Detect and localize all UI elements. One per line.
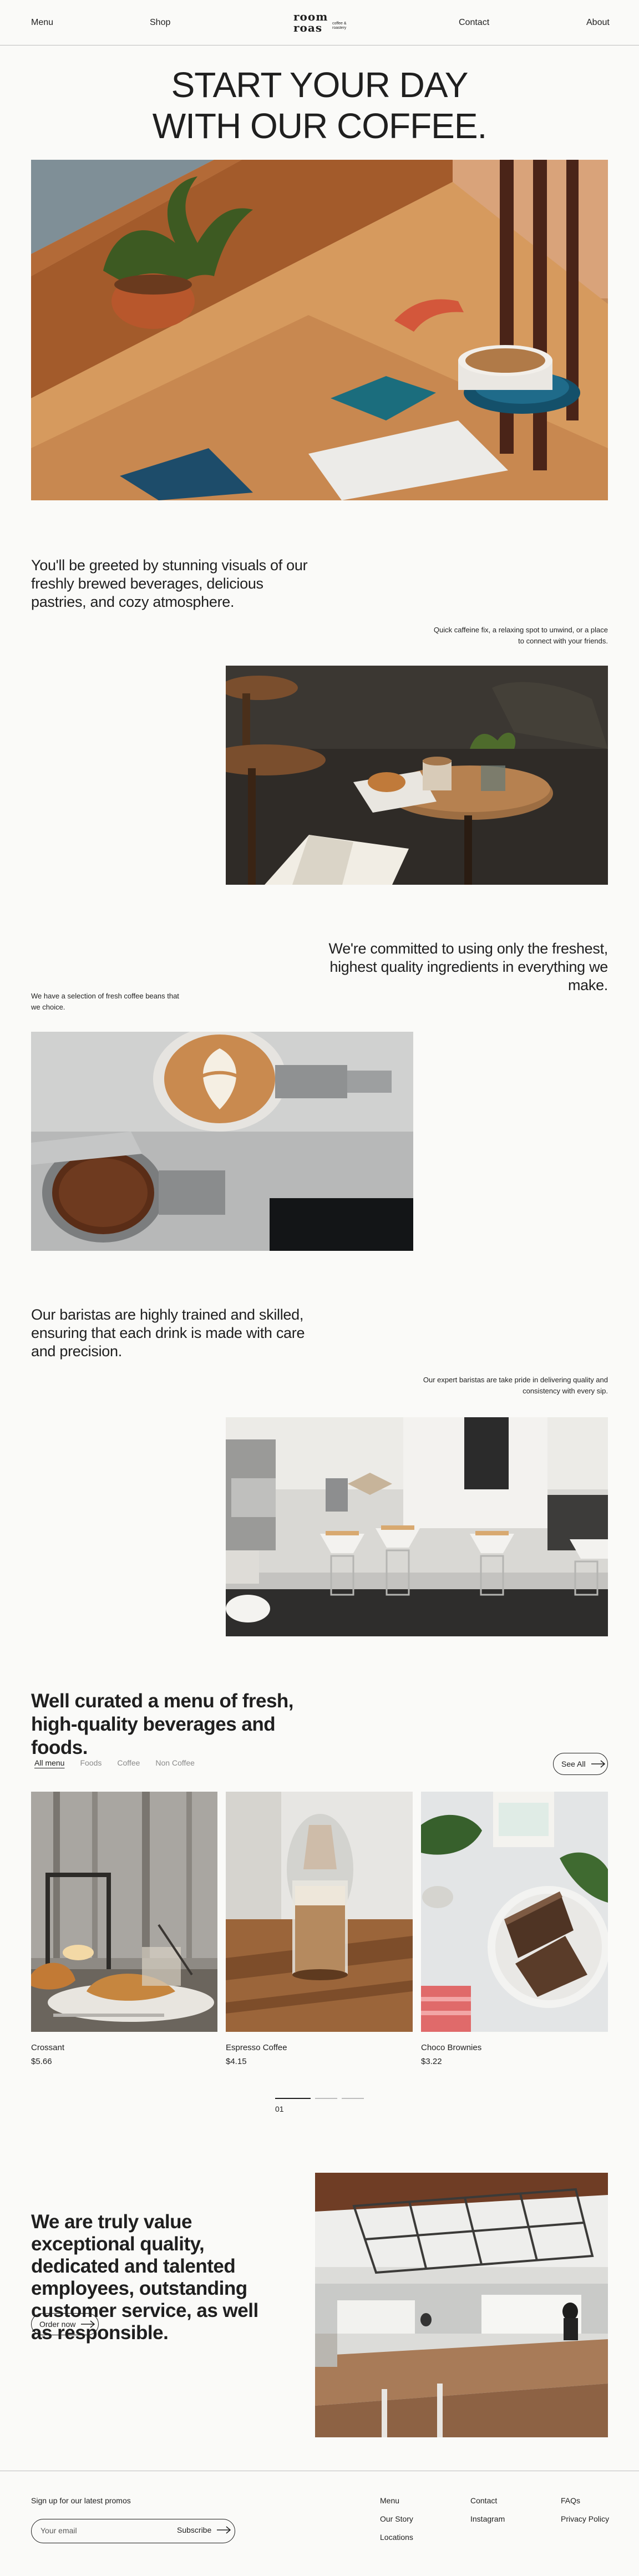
top-nav: Menu Shop room roas coffee & roastery Co…	[0, 0, 639, 45]
menu-item-name: Espresso Coffee	[226, 2043, 287, 2052]
menu-item-name: Crossant	[31, 2043, 65, 2052]
subscribe-button[interactable]: Subscribe	[177, 2526, 231, 2534]
see-all-button[interactable]: See All	[553, 1753, 608, 1775]
section-1-heading: You'll be greeted by stunning visuals of…	[31, 557, 308, 610]
hero-title-line-1: START YOUR DAY	[171, 65, 469, 105]
order-now-label: Order now	[39, 2320, 76, 2329]
hero-cafe-table-photo	[31, 160, 608, 500]
nav-about-link[interactable]: About	[586, 18, 610, 28]
section-3-heading: Our baristas are highly trained and skil…	[31, 1306, 305, 1360]
menu-section-title: Well curated a menu of fresh, high-quali…	[31, 1690, 294, 1758]
pagination-bar[interactable]	[315, 2098, 337, 2099]
section-2-heading: We're committed to using only the freshe…	[328, 940, 608, 993]
menu-card-image-croissant[interactable]	[31, 1792, 217, 2032]
logo-subtitle: coffee & roastery	[332, 22, 347, 30]
nav-contact-link[interactable]: Contact	[459, 18, 489, 28]
footer-link-locations[interactable]: Locations	[380, 2533, 413, 2542]
menu-card-image-espresso[interactable]	[226, 1792, 413, 2032]
section-3-note: Our expert baristas are take pride in de…	[423, 1376, 608, 1395]
subscribe-label: Subscribe	[177, 2526, 212, 2534]
filter-tab-all-menu[interactable]: All menu	[34, 1758, 64, 1767]
footer-link-instagram[interactable]: Instagram	[470, 2514, 505, 2523]
page: Menu Shop room roas coffee & roastery Co…	[0, 0, 639, 2576]
cafe-interior-photo	[226, 666, 608, 885]
footer-promo-text: Sign up for our latest promos	[31, 2496, 131, 2505]
arrow-right-icon	[217, 2526, 231, 2534]
section-1-note: Quick caffeine fix, a relaxing spot to u…	[433, 626, 608, 645]
cafe-space-photo	[315, 2173, 608, 2437]
footer-link-contact[interactable]: Contact	[470, 2496, 497, 2505]
logo[interactable]: room roas coffee & roastery	[293, 10, 349, 36]
footer-link-privacy-policy[interactable]: Privacy Policy	[561, 2514, 609, 2523]
menu-item-price: $3.22	[421, 2057, 442, 2066]
arrow-right-icon	[591, 1760, 605, 1768]
filter-tab-foods[interactable]: Foods	[80, 1758, 102, 1767]
barista-pour-over-photo	[226, 1417, 608, 1636]
nav-shop-link[interactable]: Shop	[150, 18, 170, 28]
filter-tab-non-coffee[interactable]: Non Coffee	[155, 1758, 195, 1767]
menu-item-price: $4.15	[226, 2057, 247, 2066]
menu-filter-tabs: All menu Foods Coffee Non Coffee	[34, 1758, 195, 1767]
pagination-bar-active[interactable]	[275, 2098, 311, 2099]
section-2-note: We have a selection of fresh coffee bean…	[31, 992, 179, 1011]
pagination-number: 01	[275, 2105, 284, 2113]
logo-line-2: roas	[293, 21, 323, 34]
footer-link-our-story[interactable]: Our Story	[380, 2514, 413, 2523]
menu-item-price: $5.66	[31, 2057, 52, 2066]
latte-art-photo	[31, 1032, 413, 1251]
order-now-button[interactable]: Order now	[31, 2313, 99, 2335]
email-input[interactable]	[40, 2526, 151, 2535]
hero-title: START YOUR DAY WITH OUR COFFEE.	[0, 64, 639, 146]
footer-link-faqs[interactable]: FAQs	[561, 2496, 580, 2505]
footer: Sign up for our latest promos Subscribe …	[0, 2471, 639, 2576]
arrow-right-icon	[81, 2320, 95, 2328]
nav-menu-link[interactable]: Menu	[31, 18, 53, 28]
pagination-bar[interactable]	[342, 2098, 364, 2099]
menu-card-image-brownies[interactable]	[421, 1792, 608, 2032]
see-all-label: See All	[561, 1759, 586, 1768]
hero-title-line-2: WITH OUR COFFEE.	[152, 106, 488, 146]
footer-link-menu[interactable]: Menu	[380, 2496, 399, 2505]
filter-tab-coffee[interactable]: Coffee	[117, 1758, 140, 1767]
logo-line-1: room	[293, 10, 328, 23]
newsletter-form: Subscribe	[31, 2519, 235, 2543]
menu-item-name: Choco Brownies	[421, 2043, 482, 2052]
